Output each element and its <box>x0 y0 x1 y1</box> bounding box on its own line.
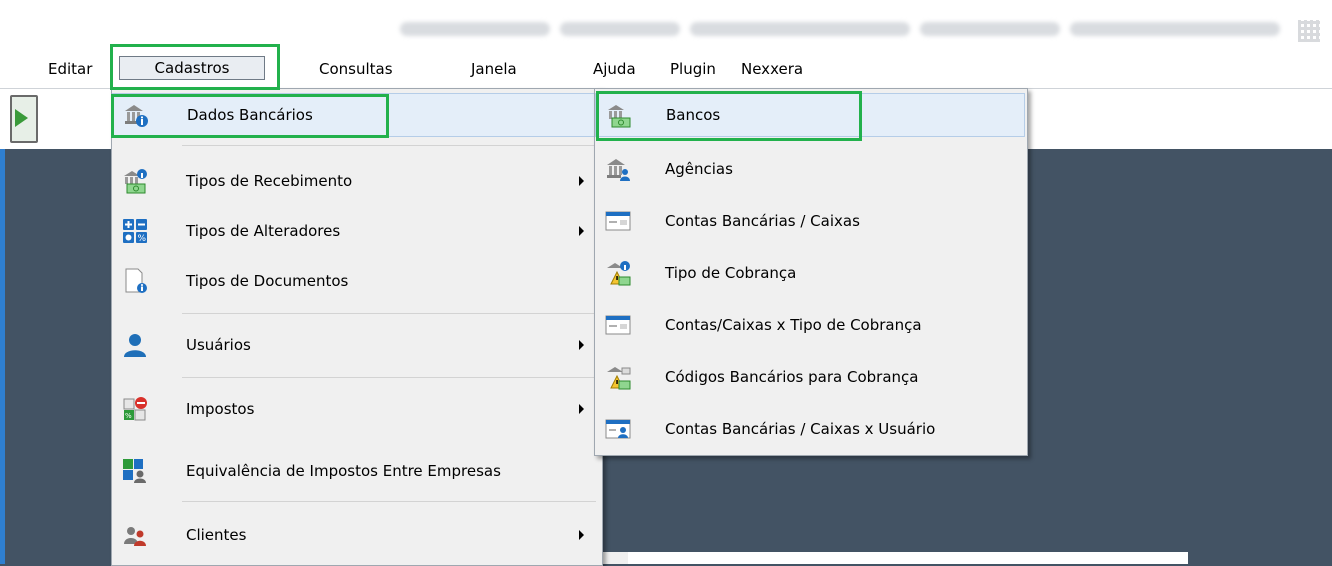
menu-item-label: Tipos de Recebimento <box>186 172 353 190</box>
title-blur-3 <box>690 22 910 36</box>
tax-icon: % <box>123 397 147 421</box>
separator <box>182 501 596 502</box>
cadastros-dropdown: Dados Bancários Tipos de Recebimento % T… <box>111 88 603 566</box>
separator <box>182 377 596 378</box>
submenu-arrow-icon <box>579 176 584 186</box>
bank-info-icon <box>125 105 148 127</box>
exit-icon[interactable] <box>10 95 38 143</box>
title-bar <box>0 0 1332 51</box>
bank-codes-icon <box>607 367 631 390</box>
menu-item-label: Tipos de Documentos <box>186 272 349 290</box>
document-info-icon <box>125 268 147 293</box>
menu-item-label: Bancos <box>666 106 721 124</box>
menu-item-contas-usuario[interactable]: Contas Bancárias / Caixas x Usuário <box>595 407 1025 451</box>
menu-item-label: Tipos de Alteradores <box>186 222 341 240</box>
bank-agency-icon <box>607 159 630 181</box>
menu-plugin[interactable]: Plugin <box>670 60 716 78</box>
account-billing-icon <box>605 315 631 335</box>
menu-item-tipos-recebimento[interactable]: Tipos de Recebimento <box>112 159 600 203</box>
submenu-arrow-icon <box>579 226 584 236</box>
menu-item-label: Dados Bancários <box>187 106 313 124</box>
bank-account-icon <box>605 211 631 231</box>
calc-operators-icon: % <box>123 219 147 244</box>
menu-item-impostos[interactable]: % Impostos <box>112 387 600 431</box>
menu-item-label: Contas Bancárias / Caixas x Usuário <box>665 420 936 438</box>
menu-item-usuarios[interactable]: Usuários <box>112 323 600 367</box>
submenu-arrow-icon <box>579 404 584 414</box>
title-blur-5 <box>1070 22 1280 36</box>
menu-item-label: Usuários <box>186 336 251 354</box>
menu-item-label: Agências <box>665 160 733 178</box>
menu-nexxera[interactable]: Nexxera <box>741 60 803 78</box>
user-icon <box>124 334 146 357</box>
menu-item-tipo-cobranca[interactable]: Tipo de Cobrança <box>595 251 1025 295</box>
submenu-arrow-icon <box>579 530 584 540</box>
title-blur-1 <box>400 22 550 36</box>
svg-text:%: % <box>125 412 132 420</box>
menu-item-contas-tipo-cobranca[interactable]: Contas/Caixas x Tipo de Cobrança <box>595 303 1025 347</box>
menu-consultas[interactable]: Consultas <box>319 60 393 78</box>
title-blur-2 <box>560 22 680 36</box>
menu-janela[interactable]: Janela <box>471 60 517 78</box>
menu-item-label: Contas Bancárias / Caixas <box>665 212 860 230</box>
menu-item-label: Códigos Bancários para Cobrança <box>665 368 919 386</box>
separator <box>182 313 596 314</box>
menu-item-agencias[interactable]: Agências <box>595 147 1025 191</box>
menu-item-label: Equivalência de Impostos Entre Empresas <box>186 462 501 480</box>
menu-ajuda[interactable]: Ajuda <box>593 60 636 78</box>
title-blur-4 <box>920 22 1060 36</box>
menu-cadastros[interactable]: Cadastros <box>119 56 265 80</box>
submenu-arrow-icon <box>579 340 584 350</box>
dados-bancarios-submenu: Bancos Agências Contas Bancárias / Caixa… <box>594 88 1028 456</box>
menu-item-tipos-alteradores[interactable]: % Tipos de Alteradores <box>112 209 600 253</box>
background-panel-white <box>628 552 1188 564</box>
menu-item-equivalencia-impostos[interactable]: Equivalência de Impostos Entre Empresas <box>112 449 600 493</box>
menu-item-dados-bancarios[interactable]: Dados Bancários <box>112 93 600 137</box>
bank-money-icon <box>608 105 631 128</box>
menu-item-codigos-bancarios[interactable]: Códigos Bancários para Cobrança <box>595 355 1025 399</box>
billing-type-icon <box>607 261 631 286</box>
window-grip-icon <box>1298 20 1320 42</box>
separator <box>182 145 596 146</box>
menu-item-label: Contas/Caixas x Tipo de Cobrança <box>665 316 922 334</box>
menu-item-tipos-documentos[interactable]: Tipos de Documentos <box>112 259 600 303</box>
menu-item-bancos[interactable]: Bancos <box>595 93 1025 137</box>
clients-icon <box>124 527 146 546</box>
menu-item-contas-bancarias[interactable]: Contas Bancárias / Caixas <box>595 199 1025 243</box>
tax-equivalence-icon <box>123 459 146 483</box>
menu-bar: Editar Cadastros Consultas Janela Ajuda … <box>0 50 1332 89</box>
menu-item-label: Clientes <box>186 526 247 544</box>
menu-item-clientes[interactable]: Clientes <box>112 513 600 557</box>
menu-editar[interactable]: Editar <box>48 60 92 78</box>
svg-text:%: % <box>138 234 147 244</box>
menu-item-label: Impostos <box>186 400 255 418</box>
account-user-icon <box>605 419 631 439</box>
money-receive-icon <box>124 169 147 194</box>
menu-item-label: Tipo de Cobrança <box>665 264 797 282</box>
